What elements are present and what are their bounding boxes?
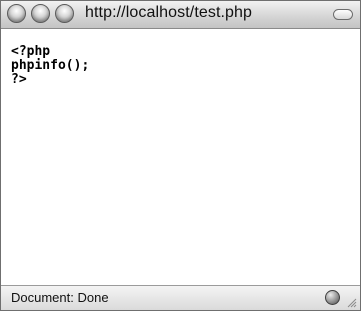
- minimize-window-button[interactable]: [31, 4, 50, 23]
- code-line-2: phpinfo();: [11, 58, 90, 73]
- page-content: <?php phpinfo(); ?>: [1, 29, 360, 286]
- code-line-3: ?>: [11, 72, 27, 87]
- globe-icon: [325, 290, 340, 305]
- title-bar[interactable]: http://localhost/test.php: [1, 1, 360, 29]
- browser-window: http://localhost/test.php <?php phpinfo(…: [0, 0, 361, 311]
- close-window-button[interactable]: [7, 4, 26, 23]
- zoom-window-button[interactable]: [55, 4, 74, 23]
- status-text: Document: Done: [11, 290, 109, 305]
- toolbar-toggle-button[interactable]: [333, 9, 353, 20]
- window-title: http://localhost/test.php: [85, 4, 253, 21]
- status-bar: Document: Done: [1, 285, 360, 310]
- code-line-1: <?php: [11, 44, 51, 59]
- code-block: <?php phpinfo(); ?>: [11, 45, 89, 87]
- resize-grip-icon[interactable]: [345, 296, 357, 308]
